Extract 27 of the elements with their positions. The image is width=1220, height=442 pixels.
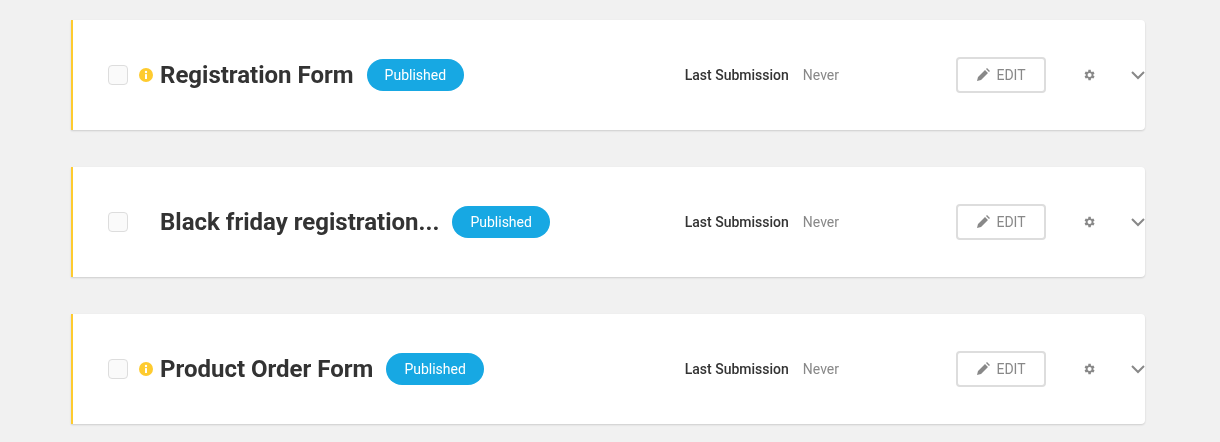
last-submission-value: Never bbox=[802, 65, 839, 85]
edit-button[interactable]: EDIT bbox=[956, 351, 1046, 387]
chevron-down-icon[interactable] bbox=[1131, 217, 1145, 227]
pencil-icon bbox=[976, 68, 991, 82]
form-title: Black friday registration... bbox=[160, 207, 440, 238]
pencil-icon bbox=[976, 215, 991, 229]
edit-button[interactable]: EDIT bbox=[956, 204, 1046, 240]
settings-icon[interactable] bbox=[1082, 215, 1096, 229]
settings-icon[interactable] bbox=[1082, 362, 1096, 376]
last-submission-label: Last Submission bbox=[684, 212, 789, 232]
last-submission-value: Never bbox=[802, 359, 839, 379]
status-badge: Published bbox=[452, 206, 550, 238]
status-badge: Published bbox=[366, 59, 465, 91]
last-submission-label: Last Submission bbox=[684, 65, 789, 85]
form-title: Registration Form bbox=[160, 60, 354, 91]
form-title: Product Order Form bbox=[160, 354, 374, 385]
checkbox[interactable] bbox=[108, 65, 128, 85]
pencil-icon bbox=[976, 362, 991, 376]
last-submission-label: Last Submission bbox=[684, 359, 789, 379]
status-badge: Published bbox=[386, 353, 484, 385]
chevron-down-icon[interactable] bbox=[1131, 70, 1145, 80]
checkbox[interactable] bbox=[108, 359, 128, 379]
settings-icon[interactable] bbox=[1082, 68, 1096, 82]
last-submission-value: Never bbox=[802, 212, 839, 232]
edit-button[interactable]: EDIT bbox=[956, 57, 1046, 93]
chevron-down-icon[interactable] bbox=[1131, 364, 1145, 374]
checkbox[interactable] bbox=[108, 212, 128, 232]
